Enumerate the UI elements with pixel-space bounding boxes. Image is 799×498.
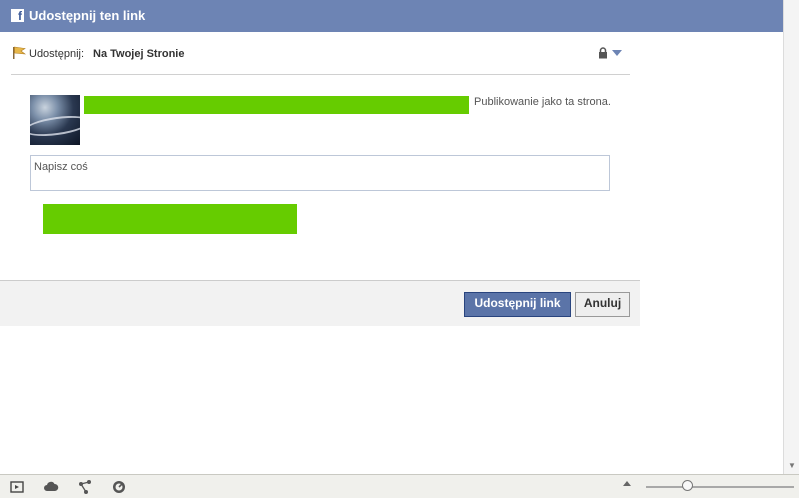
share-link-button[interactable]: Udostępnij link [464,292,571,317]
divider [11,74,630,75]
cancel-button[interactable]: Anuluj [575,292,630,317]
privacy-dropdown-caret-icon[interactable] [612,50,622,56]
scroll-down-arrow-icon[interactable]: ▼ [788,461,796,470]
redacted-link-preview [43,204,297,234]
page-avatar [30,95,80,145]
dialog-title-bar: f Udostępnij ten link [0,0,783,32]
browser-status-bar [0,474,799,498]
redacted-page-name [84,96,469,114]
dialog-title: Udostępnij ten link [29,8,146,23]
panel-toggle-up-icon[interactable] [623,481,631,486]
speedometer-icon[interactable] [111,479,127,495]
cloud-icon[interactable] [43,479,59,495]
share-target-selector[interactable]: Na Twojej Stronie [93,48,184,60]
lock-icon[interactable] [598,47,608,59]
posting-as-label: Publikowanie jako ta strona. [474,96,611,108]
dialog-footer: Udostępnij link Anuluj [0,280,640,326]
zoom-slider-track[interactable] [646,486,794,488]
share-target-row: Udostępnij: Na Twojej Stronie [12,45,630,67]
window-icon[interactable] [9,479,25,495]
flag-icon [13,46,26,59]
avatar-planet-ring [30,112,80,140]
compose-message-input[interactable] [30,155,610,191]
share-label: Udostępnij: [29,48,85,60]
facebook-f-icon: f [11,9,24,23]
vertical-scrollbar[interactable]: ▼ [783,0,799,474]
share-nodes-icon[interactable] [77,479,93,495]
zoom-slider-thumb[interactable] [682,480,693,491]
